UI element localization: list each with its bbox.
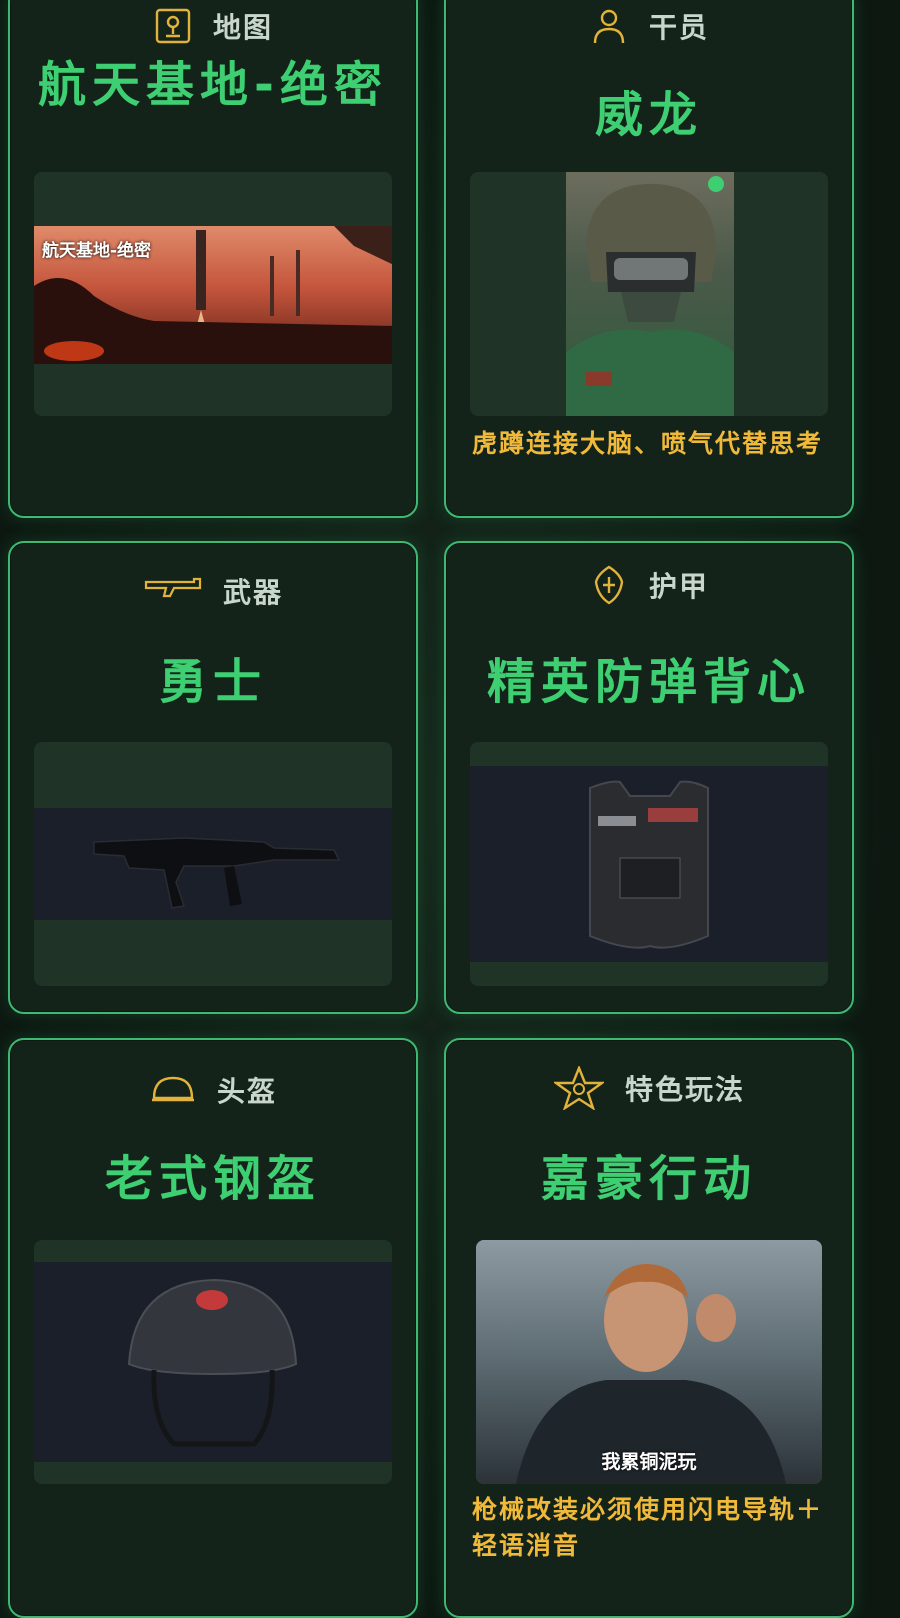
card-armor[interactable]: 护甲 精英防弹背心 [444,541,854,1014]
card-title: 勇士 [158,654,267,710]
card-title: 老式钢盔 [104,1151,321,1207]
armor-image[interactable] [470,742,828,986]
card-weapon[interactable]: 武器 勇士 [8,541,418,1014]
card-helmet[interactable]: 头盔 老式钢盔 [8,1038,418,1618]
category-label: 干员 [648,11,709,44]
map-image[interactable]: 航天基地-绝密 [34,172,392,416]
map-picture: 航天基地-绝密 [34,226,392,364]
card-title: 航天基地-绝密 [38,57,388,113]
star-icon [553,1066,605,1110]
card-title: 嘉豪行动 [540,1151,757,1207]
gameplay-picture: 我累铜泥玩 [476,1240,822,1484]
armor-picture [470,766,828,962]
category-label: 护甲 [648,570,709,603]
weapon-picture [34,808,392,920]
map-pin-icon [153,8,193,44]
gameplay-image[interactable]: 我累铜泥玩 [476,1240,822,1484]
helmet-icon [149,1072,197,1108]
person-icon [589,8,629,44]
category-label: 头盔 [216,1075,277,1108]
category-row: 头盔 [10,1070,416,1110]
card-operator[interactable]: 干员 威龙 虎蹲连接大脑、喷气代替思考 [444,0,854,518]
category-row: 武器 [10,571,416,611]
weapon-image[interactable] [34,742,392,986]
category-row: 地图 [10,6,416,46]
category-row: 特色玩法 [446,1066,852,1110]
helmet-picture [34,1262,392,1462]
card-description: 枪械改装必须使用闪电导轨＋轻语消音 [472,1495,824,1560]
card-gameplay[interactable]: 特色玩法 嘉豪行动 我累铜泥玩 枪械改装必须使用闪电导轨＋轻语消音 [444,1038,854,1618]
card-title: 精英防弹背心 [486,654,811,710]
helmet-image[interactable] [34,1240,392,1484]
category-row: 护甲 [446,565,852,605]
image-caption: 航天基地-绝密 [42,241,152,261]
gun-icon [143,573,203,609]
category-label: 特色玩法 [624,1073,745,1106]
shield-icon [589,565,629,605]
card-title: 威龙 [594,87,703,143]
image-caption: 我累铜泥玩 [601,1451,697,1473]
operator-image[interactable] [470,172,828,416]
card-description: 虎蹲连接大脑、喷气代替思考 [472,429,824,458]
category-label: 地图 [212,11,273,44]
category-row: 干员 [446,6,852,46]
operator-picture [566,172,734,416]
card-map[interactable]: 地图 航天基地-绝密 航天基地-绝密 [8,0,418,518]
category-label: 武器 [222,576,283,609]
